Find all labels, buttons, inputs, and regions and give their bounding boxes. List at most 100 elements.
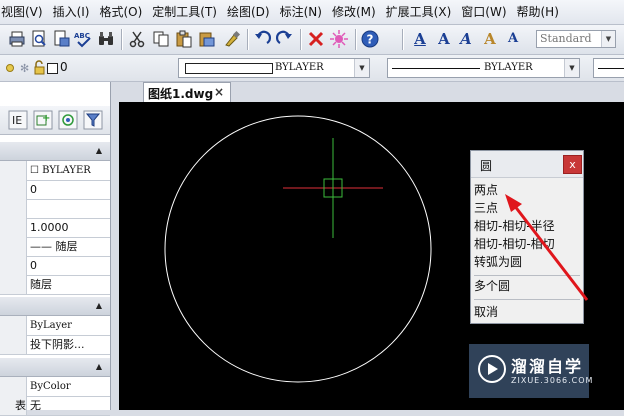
table-row[interactable]: 随层: [0, 275, 110, 295]
find-icon[interactable]: [96, 29, 116, 49]
menu-modify[interactable]: 修改(M): [327, 0, 381, 24]
property-label: [0, 275, 27, 294]
paste-icon[interactable]: [174, 29, 194, 49]
help-icon[interactable]: ?: [360, 29, 380, 49]
table-row[interactable]: ☐ BYLAYER: [0, 161, 110, 181]
watermark: 溜溜自学 ZIXUE.3066.COM: [469, 344, 592, 398]
multiline-text-icon[interactable]: A: [434, 29, 454, 49]
edit-text-letter: A: [460, 30, 472, 48]
text-style-icon[interactable]: A: [410, 29, 430, 49]
menu-help[interactable]: 帮助(H): [512, 0, 564, 24]
cut-icon[interactable]: [127, 29, 147, 49]
menu-item-arc-to-circle[interactable]: 转弧为圆: [474, 254, 522, 271]
lineweight-combo[interactable]: [593, 58, 624, 78]
section-header-general[interactable]: ▲: [0, 142, 110, 161]
toolbar-separator: [300, 29, 302, 50]
menu-item-three-point[interactable]: 三点: [474, 200, 498, 217]
property-value: 0: [30, 259, 37, 272]
menu-draw[interactable]: 绘图(D): [222, 0, 275, 24]
collapse-icon[interactable]: ▲: [96, 146, 102, 155]
toggle-pickadd-icon[interactable]: IE: [8, 110, 28, 130]
table-row[interactable]: ByColor: [0, 377, 110, 397]
property-value: 0: [30, 183, 37, 196]
watermark-url: ZIXUE.3066.COM: [511, 376, 594, 385]
select-objects-icon[interactable]: +: [33, 110, 53, 130]
property-value: ByColor: [30, 381, 71, 392]
svg-text:?: ?: [367, 33, 374, 47]
property-value: 随层: [30, 278, 52, 291]
filter-icon[interactable]: [83, 110, 103, 130]
svg-text:IE: IE: [12, 114, 22, 127]
property-label: [0, 180, 27, 199]
delete-icon[interactable]: [306, 29, 326, 49]
panel-selector[interactable]: [0, 82, 110, 107]
toolbar-separator: [355, 29, 357, 50]
menu-item-two-point[interactable]: 两点: [474, 182, 498, 199]
close-icon[interactable]: ×: [214, 85, 224, 99]
edit-text-icon[interactable]: A: [456, 29, 476, 49]
layer-lock-icon[interactable]: [33, 58, 47, 78]
print-preview-icon[interactable]: [29, 29, 49, 49]
chevron-down-icon[interactable]: ▼: [564, 59, 579, 77]
property-label: [0, 218, 27, 237]
copy-icon[interactable]: [151, 29, 171, 49]
menu-express-tools[interactable]: 扩展工具(X): [381, 0, 457, 24]
collapse-icon[interactable]: ▲: [96, 362, 102, 371]
text-scale-icon[interactable]: A: [503, 29, 523, 49]
menu-view[interactable]: 视图(V): [0, 0, 48, 24]
redo-icon[interactable]: [275, 29, 295, 49]
menu-format[interactable]: 格式(O): [94, 0, 147, 24]
match-properties-icon[interactable]: [222, 29, 242, 49]
table-row[interactable]: [0, 199, 110, 219]
undo-icon[interactable]: [252, 29, 272, 49]
color-combo[interactable]: BYLAYER ▼: [178, 58, 370, 78]
color-swatch: [185, 63, 273, 74]
quick-select-icon[interactable]: [58, 110, 78, 130]
text-style-letter: A: [414, 30, 426, 48]
menu-dimension[interactable]: 标注(N): [275, 0, 327, 24]
close-button[interactable]: x: [563, 155, 582, 174]
menu-item-multiple[interactable]: 多个圆: [474, 278, 510, 295]
circle-entity[interactable]: [164, 115, 432, 383]
layer-freeze-icon[interactable]: ✻: [20, 58, 34, 78]
menu-item-ttt[interactable]: 相切-相切-相切: [474, 236, 555, 253]
table-row[interactable]: 0: [0, 256, 110, 276]
property-label: [0, 256, 27, 275]
play-logo-icon: [478, 355, 506, 383]
toolbar-separator: [121, 29, 123, 50]
menu-insert[interactable]: 插入(I): [48, 0, 95, 24]
table-row[interactable]: 0: [0, 180, 110, 200]
table-row[interactable]: 表无: [0, 396, 110, 416]
layer-visibility-icon[interactable]: [4, 58, 18, 78]
menu-item-cancel[interactable]: 取消: [474, 304, 498, 321]
property-label: [0, 377, 27, 396]
property-value: 投下阴影...: [30, 338, 85, 351]
tab-drawing1[interactable]: 图纸1.dwg ×: [143, 82, 231, 102]
collapse-icon[interactable]: ▲: [96, 301, 102, 310]
menu-window[interactable]: 窗口(W): [456, 0, 511, 24]
chevron-down-icon[interactable]: ▼: [354, 59, 369, 77]
linetype-preview: [392, 68, 480, 69]
linetype-combo[interactable]: BYLAYER ▼: [387, 58, 580, 78]
property-label: [0, 237, 27, 256]
section-header-view[interactable]: ▲: [0, 297, 110, 316]
explode-icon[interactable]: [329, 29, 349, 49]
menu-item-ttr[interactable]: 相切-相切-半径: [474, 218, 555, 235]
text-style-combo[interactable]: Standard ▼: [536, 30, 616, 48]
paste-special-icon[interactable]: [197, 29, 217, 49]
spell-check-icon[interactable]: ABC: [73, 29, 93, 49]
table-row[interactable]: —— 随层: [0, 237, 110, 257]
chevron-down-icon[interactable]: ▼: [601, 31, 615, 47]
text-scale-letter: A: [507, 31, 519, 46]
publish-icon[interactable]: [51, 29, 71, 49]
toolbar-separator: [247, 29, 249, 50]
section-header-misc[interactable]: ▲: [0, 358, 110, 377]
table-row[interactable]: 1.0000: [0, 218, 110, 238]
property-value: ByLayer: [30, 320, 72, 331]
menu-custom-tools[interactable]: 定制工具(T): [147, 0, 222, 24]
property-value: —— 随层: [30, 240, 78, 253]
table-row[interactable]: ByLayer: [0, 316, 110, 336]
print-icon[interactable]: [7, 29, 27, 49]
table-row[interactable]: 投下阴影...: [0, 335, 110, 355]
text-find-icon[interactable]: A: [480, 29, 500, 49]
